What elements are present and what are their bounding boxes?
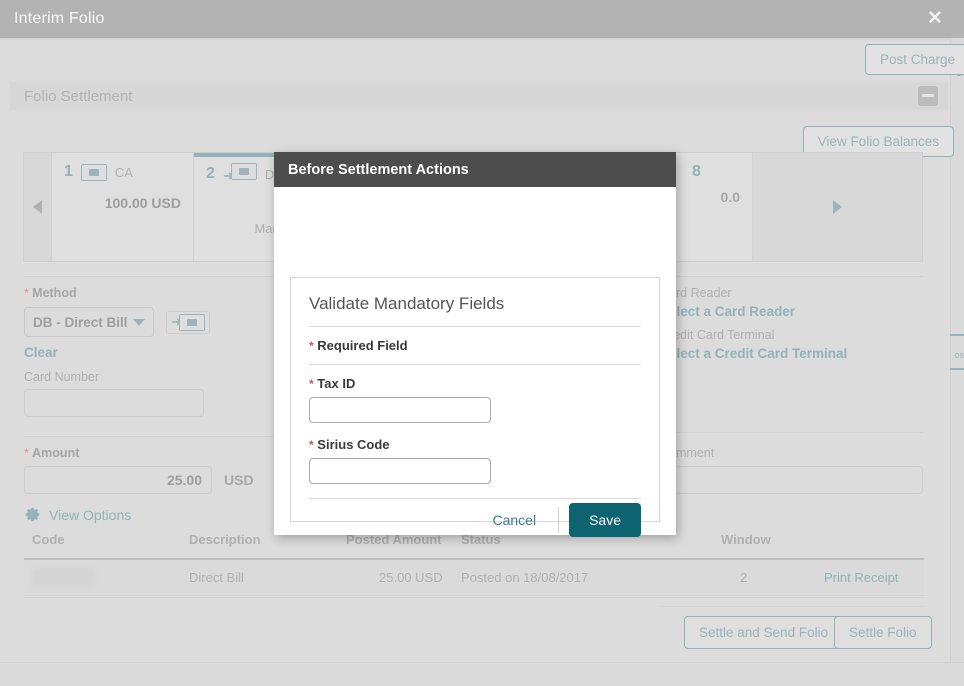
cancel-button[interactable]: Cancel <box>480 504 548 536</box>
tax-id-input[interactable] <box>309 397 491 423</box>
sirius-code-input[interactable] <box>309 458 491 484</box>
required-field-note: * Required Field <box>309 338 641 353</box>
modal-titlebar: Before Settlement Actions <box>274 152 676 187</box>
modal-body: Validate Mandatory Fields * Required Fie… <box>274 187 676 537</box>
save-button[interactable]: Save <box>569 503 641 537</box>
required-note-rule <box>309 364 641 365</box>
card-title: Validate Mandatory Fields <box>309 294 505 313</box>
card-title-rule <box>309 326 641 327</box>
required-star: * <box>309 339 314 353</box>
required-field-note-label: Required Field <box>317 338 408 353</box>
modal-actions: Cancel Save <box>309 503 641 537</box>
validate-mandatory-fields-card: Validate Mandatory Fields * Required Fie… <box>290 277 660 537</box>
required-star: * <box>309 438 314 452</box>
app-root: Interim Folio ✕ an 5 os Post Charge View… <box>0 0 964 686</box>
sirius-code-label-row: * Sirius Code <box>309 437 641 452</box>
actions-rule <box>309 498 641 499</box>
actions-separator <box>558 507 560 533</box>
tax-id-label-row: * Tax ID <box>309 376 641 391</box>
modal-title: Before Settlement Actions <box>288 161 469 178</box>
sirius-code-label: Sirius Code <box>317 437 390 452</box>
tax-id-label: Tax ID <box>317 376 356 391</box>
before-settlement-actions-dialog: Before Settlement Actions Validate Manda… <box>274 152 676 537</box>
required-star: * <box>309 377 314 391</box>
